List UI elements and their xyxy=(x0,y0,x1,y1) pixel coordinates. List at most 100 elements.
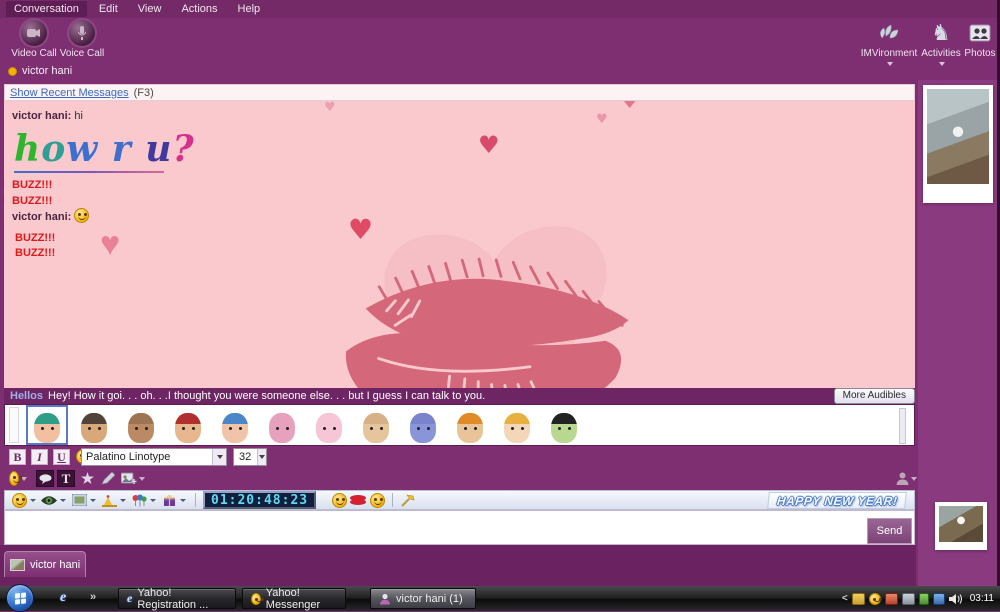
kiss-lips-emoji-icon[interactable] xyxy=(350,492,366,508)
menu-actions[interactable]: Actions xyxy=(173,1,225,17)
balloons-icon[interactable] xyxy=(131,492,147,508)
menu-conversation[interactable]: Conversation xyxy=(6,1,87,17)
toolbar-separator xyxy=(195,493,196,507)
tab-label: victor hani xyxy=(30,559,80,571)
own-display-photo[interactable] xyxy=(935,502,987,550)
network-tray-icon[interactable] xyxy=(933,593,945,605)
voice-call-label: Voice Call xyxy=(60,48,104,59)
audible-character-man-in-suit[interactable] xyxy=(75,407,113,443)
emoticon-smiley-icon[interactable] xyxy=(11,492,27,508)
audible-character-girl-green-cap[interactable] xyxy=(28,407,66,443)
audible-character-blue-dog[interactable] xyxy=(404,407,442,443)
show-recent-messages-link[interactable]: Show Recent Messages xyxy=(10,87,129,99)
eye-hidden-emotion-icon[interactable] xyxy=(41,492,57,508)
display-tray-icon[interactable] xyxy=(902,593,915,605)
doodle-pencil-icon[interactable] xyxy=(99,470,117,487)
audibles-scroll-left[interactable] xyxy=(9,407,19,443)
font-family-select[interactable]: Palatino Linotype xyxy=(81,448,227,466)
start-button[interactable] xyxy=(6,584,34,612)
text-mode-icon[interactable]: T xyxy=(57,470,75,487)
audible-caption: Hey! How it goi. . . oh. . .I thought yo… xyxy=(48,390,485,402)
composer-icon-row: T xyxy=(4,468,915,490)
italic-button[interactable]: I xyxy=(31,449,48,465)
menu-view[interactable]: View xyxy=(130,1,170,17)
emoticon-picker-icon[interactable] xyxy=(9,470,27,487)
contact-details-icon[interactable] xyxy=(894,470,918,487)
audibles-scrollbar[interactable] xyxy=(899,408,906,444)
message-input-area[interactable]: Send xyxy=(4,510,915,545)
wink-emoji-icon[interactable] xyxy=(369,492,385,508)
folder-tray-icon[interactable] xyxy=(852,593,865,605)
heart-icon: ♥ xyxy=(324,101,336,114)
party-favor-icon[interactable] xyxy=(101,492,117,508)
voice-call-button[interactable]: Voice Call xyxy=(54,20,110,59)
video-camera-icon xyxy=(21,20,47,46)
yahoo-messenger-tray-icon[interactable] xyxy=(869,593,881,605)
more-audibles-button[interactable]: More Audibles xyxy=(834,388,915,404)
menu-bar: Conversation Edit View Actions Help xyxy=(0,0,1000,18)
add-photo-icon[interactable] xyxy=(120,470,146,487)
audibles-toggle-icon[interactable] xyxy=(36,470,54,487)
ie-quicklaunch-icon[interactable]: e xyxy=(60,590,66,606)
audible-character-bald-man[interactable] xyxy=(122,407,160,443)
conversation-tab[interactable]: victor hani xyxy=(4,551,86,577)
font-size-select[interactable]: 32 xyxy=(233,448,267,466)
taskbar-button-messenger[interactable]: Yahoo! Messenger xyxy=(242,588,346,609)
laughing-emoji-icon[interactable] xyxy=(331,492,347,508)
tray-chevron[interactable]: < xyxy=(842,593,848,604)
bold-button[interactable]: B xyxy=(9,449,26,465)
countdown-timer-display: 01:20:48:23 xyxy=(203,491,316,509)
volume-tray-icon[interactable] xyxy=(949,593,962,605)
taskbar-button-victor-hani[interactable]: victor hani (1) xyxy=(370,588,476,609)
taskbar-button-label: Yahoo! Registration ... xyxy=(137,587,227,611)
heart-icon: ♥ xyxy=(100,225,120,264)
send-button[interactable]: Send xyxy=(867,518,912,544)
quicklaunch-overflow-chevron[interactable]: » xyxy=(90,591,96,603)
photo-app-tray-icon[interactable] xyxy=(885,593,898,605)
audible-character-pink-man[interactable] xyxy=(263,407,301,443)
buzz-icon[interactable] xyxy=(78,470,96,487)
tab-thumbnail-icon xyxy=(10,559,25,571)
taskbar-button-registration[interactable]: e Yahoo! Registration ... xyxy=(118,588,236,609)
system-tray: < 03:11 xyxy=(842,586,994,611)
underline-button[interactable]: U xyxy=(53,449,70,465)
audible-characters xyxy=(28,407,583,443)
audible-character-blonde-woman[interactable] xyxy=(498,407,536,443)
audible-category: Hellos xyxy=(10,390,43,402)
recent-messages-hotkey: (F3) xyxy=(134,87,154,99)
chess-knight-icon: ♞ xyxy=(928,20,954,46)
chat-message-area[interactable]: ♥ ♥ ♥ ♥ ♥ victor hani: hi ♥ how r u? BUZ… xyxy=(4,101,915,388)
menu-help[interactable]: Help xyxy=(230,1,269,17)
audible-caption-bar: Hellos Hey! How it goi. . . oh. . .I tho… xyxy=(4,388,915,404)
audible-character-man-red-beanie[interactable] xyxy=(169,407,207,443)
audible-character-witch[interactable] xyxy=(545,407,583,443)
activities-label: Activities xyxy=(921,48,960,59)
video-call-label: Video Call xyxy=(11,48,56,59)
ie-icon: e xyxy=(127,591,132,606)
recent-messages-bar: Show Recent Messages (F3) xyxy=(4,84,915,101)
audible-character-cyclops[interactable] xyxy=(357,407,395,443)
heart-icon: ♥ xyxy=(348,216,373,244)
audible-character-pink-baby[interactable] xyxy=(310,407,348,443)
audible-character-blonde-blue-cap[interactable] xyxy=(216,407,254,443)
contact-webcam-photo[interactable] xyxy=(923,85,993,203)
laughing-emoticon-icon xyxy=(74,208,89,223)
photo-share-icon[interactable] xyxy=(71,492,87,508)
main-toolbar: Video Call Voice Call IMVironment ♞ Acti… xyxy=(0,18,1000,62)
happy-new-year-banner: HAPPY NEW YEAR! xyxy=(767,492,907,509)
buzz-message: BUZZ!!! xyxy=(12,195,52,207)
presence-status-icon xyxy=(8,67,17,76)
menu-edit[interactable]: Edit xyxy=(91,1,126,17)
photos-button[interactable]: Photos xyxy=(962,20,998,59)
font-family-value: Palatino Linotype xyxy=(86,451,170,463)
heart-icon: ♥ xyxy=(622,101,637,112)
font-family-dropdown-arrow[interactable] xyxy=(212,449,226,465)
rainbow-underline xyxy=(14,171,164,173)
update-tray-icon[interactable] xyxy=(919,593,929,605)
gift-box-icon[interactable] xyxy=(161,492,177,508)
font-size-dropdown-arrow[interactable] xyxy=(257,449,266,465)
contact-name: victor hani xyxy=(22,65,72,77)
photos-label: Photos xyxy=(964,48,995,59)
audible-character-man-orange-hat[interactable] xyxy=(451,407,489,443)
tools-hammer-icon[interactable] xyxy=(400,492,416,508)
